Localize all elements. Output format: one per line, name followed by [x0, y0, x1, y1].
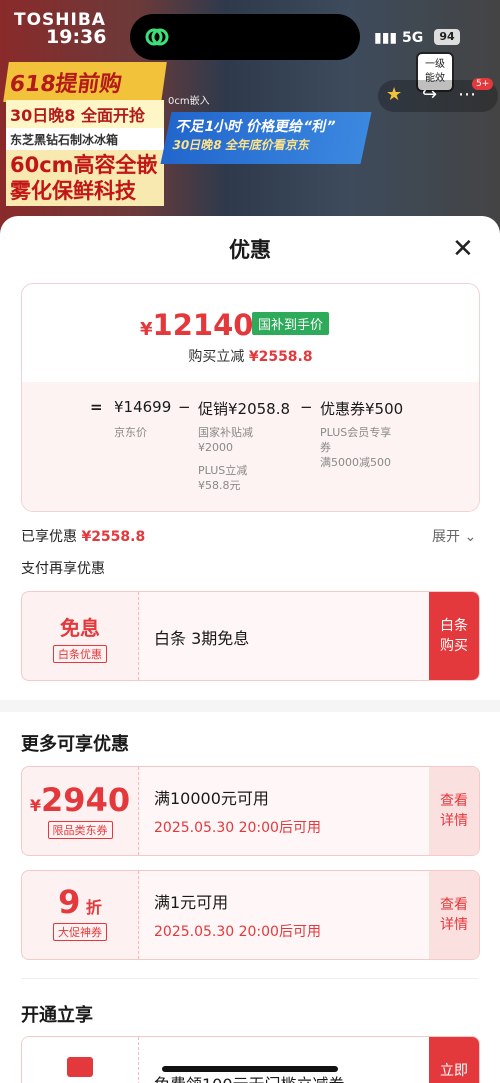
jd-price-label: 京东价: [114, 426, 147, 439]
coupon-1-symbol: ¥: [29, 796, 42, 815]
card-icon: [67, 1057, 93, 1077]
more-badge: 5+: [472, 78, 494, 90]
formula-minus-1: −: [178, 398, 191, 416]
coupon-2-date: 2025.05.30 20:00后可用: [154, 924, 321, 940]
close-icon[interactable]: ✕: [452, 236, 474, 262]
coupon-2-left: 9 折 大促神券: [22, 871, 139, 959]
pay-more-label: 支付再享优惠: [21, 561, 105, 577]
promo-product: 东芝黑钻石制冰冰箱: [6, 128, 164, 151]
baitiao-buy-button[interactable]: 白条 购买: [429, 592, 479, 680]
interest-free-title: 免息: [60, 616, 100, 640]
coupon-1-date: 2025.05.30 20:00后可用: [154, 820, 321, 836]
network-type: 5G: [402, 30, 424, 46]
open-offer-card[interactable]: 免费领100元无门槛立减券 立即: [21, 1036, 480, 1083]
coupon-1-detail-button[interactable]: 查看 详情: [429, 767, 479, 855]
subsidy-price-tag: 国补到手价: [252, 312, 330, 335]
coupon-2-middle: 满1元可用 2025.05.30 20:00后可用: [140, 871, 430, 959]
open-offer-button[interactable]: 立即: [429, 1037, 479, 1083]
coupon-1-value: 2940: [41, 781, 131, 819]
open-membership-title: 开通立享: [21, 1005, 93, 1026]
formula-jd-price: ¥14699: [114, 398, 172, 416]
baitiao-offer-card[interactable]: 免息 白条优惠 白条 3期免息 白条 购买: [21, 591, 480, 681]
price-banner: 不足1小时 价格更给“利” 30日晚8 全年底价看京东: [160, 112, 372, 164]
dynamic-island: [130, 14, 360, 60]
promo-headline: 618提前购: [3, 62, 167, 102]
promo-features: 60cm高容全嵌 雾化保鲜科技: [6, 150, 164, 206]
expand-label: 展开: [432, 529, 460, 545]
promo-feature-1: 60cm高容全嵌: [10, 153, 158, 177]
open-offer-left: [22, 1037, 139, 1083]
wechat-link-icon: [145, 28, 169, 46]
star-icon[interactable]: ★: [386, 84, 402, 105]
coupon-1-title: 满10000元可用: [154, 789, 269, 808]
plus-reduce-note: PLUS立减 ¥58.8元: [198, 464, 248, 492]
open-offer-middle: 免费领100元无门槛立减券: [140, 1037, 430, 1083]
national-subsidy-note: 国家补贴减 ¥2000: [198, 426, 253, 454]
discount-sheet: 优惠 ✕ ¥12140.2 国补到手价 购买立减 ¥2558.8 = ¥1469…: [0, 216, 500, 1083]
coupon-2-detail-label: 查看 详情: [440, 897, 468, 933]
currency-symbol: ¥: [140, 319, 153, 340]
coupon-2-value: 9: [58, 883, 81, 921]
coupon-1-amount: ¥2940: [22, 781, 138, 819]
signal-indicator: ▮▮▮ 5G: [374, 30, 424, 46]
coupon-2-amount: 9 折: [22, 883, 138, 921]
divider: [21, 978, 478, 979]
baitiao-tag: 白条优惠: [53, 645, 107, 663]
baitiao-left: 免息 白条优惠: [22, 592, 139, 680]
baitiao-title: 白条 3期免息: [154, 629, 250, 648]
coupon-1-tag: 限品类东券: [47, 821, 113, 839]
formula-coupon: 优惠券¥500: [320, 400, 404, 418]
battery-icon: 94: [434, 29, 460, 45]
chevron-down-icon: ⌄: [464, 529, 477, 545]
coupon-2-title: 满1元可用: [154, 893, 229, 912]
baitiao-middle: 白条 3期免息: [140, 592, 430, 680]
buy-reduce-line: 购买立减 ¥2558.8: [22, 346, 479, 366]
price-integer: 12140: [152, 308, 254, 342]
home-indicator: [162, 1066, 338, 1072]
buy-reduce-label: 购买立减: [188, 349, 245, 365]
price-breakdown-card: ¥12140.2 国补到手价 购买立减 ¥2558.8 = ¥14699 − 促…: [21, 283, 480, 512]
status-time: 19:36: [46, 26, 107, 48]
coupon-2-tag: 大促神券: [53, 923, 107, 941]
open-offer-title: 免费领100元无门槛立减券: [154, 1071, 345, 1083]
embed-note: 0cm嵌入: [168, 96, 210, 107]
promo-date: 30日晚8 全面开抢: [6, 100, 164, 128]
plus-coupon-note: PLUS会员专享 券 满5000减500: [320, 426, 392, 469]
enjoyed-discount: 已享优惠 ¥2558.8: [21, 526, 145, 546]
banner-line-2: 30日晚8 全年底价看京东: [171, 138, 312, 152]
sheet-title: 优惠: [229, 238, 271, 262]
banner-line-1: 不足1小时 价格更给“利”: [174, 119, 338, 135]
formula-equals: =: [90, 398, 103, 416]
open-offer-label: 立即: [440, 1063, 468, 1079]
enjoyed-value: ¥2558.8: [81, 529, 146, 545]
share-icon[interactable]: ↪: [422, 84, 437, 105]
baitiao-buy-label: 白条 购买: [440, 618, 468, 654]
enjoyed-label: 已享优惠: [21, 529, 77, 545]
coupon-1-middle: 满10000元可用 2025.05.30 20:00后可用: [140, 767, 430, 855]
coupon-1-left: ¥2940 限品类东券: [22, 767, 139, 855]
formula-promo: 促销¥2058.8: [198, 400, 291, 418]
coupon-2-detail-button[interactable]: 查看 详情: [429, 871, 479, 959]
promo-feature-2: 雾化保鲜科技: [10, 179, 136, 203]
more-offers-title: 更多可享优惠: [21, 734, 129, 755]
expand-toggle[interactable]: 展开 ⌄: [432, 526, 476, 546]
section-separator: [0, 700, 500, 712]
formula-minus-2: −: [300, 398, 313, 416]
coupon-2-unit: 折: [85, 898, 102, 917]
coupon-1-detail-label: 查看 详情: [440, 793, 468, 829]
buy-reduce-value: ¥2558.8: [248, 349, 313, 365]
coupon-card-1[interactable]: ¥2940 限品类东券 满10000元可用 2025.05.30 20:00后可…: [21, 766, 480, 856]
coupon-card-2[interactable]: 9 折 大促神券 满1元可用 2025.05.30 20:00后可用 查看 详情: [21, 870, 480, 960]
